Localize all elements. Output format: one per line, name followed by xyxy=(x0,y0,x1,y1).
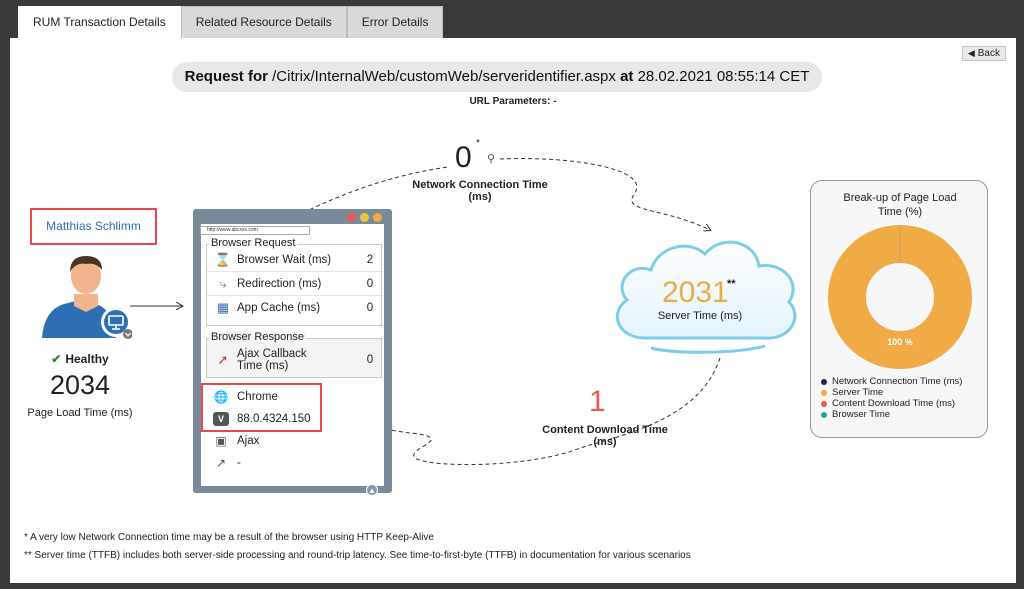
page-load-time-label: Page Load Time (ms) xyxy=(27,407,133,419)
page-load-breakup-panel: Break-up of Page Load Time (%) 100 % Net… xyxy=(810,180,988,438)
ajax-callback-label: Ajax Callback Time (ms) xyxy=(237,348,307,372)
breakup-title: Break-up of Page Load Time (%) xyxy=(843,192,957,218)
tab-bar: RUM Transaction Details Related Resource… xyxy=(18,6,444,38)
cache-building-icon: ▦ xyxy=(216,300,230,315)
legend-item[interactable]: Browser Time xyxy=(821,409,962,420)
ajax-callback-value: 0 xyxy=(366,354,374,366)
tab-related-resource-details[interactable]: Related Resource Details xyxy=(180,6,347,38)
donut-center-label: 100 % xyxy=(887,337,913,347)
user-name[interactable]: Matthias Schlimm xyxy=(46,219,141,233)
network-connection-star: * xyxy=(476,138,480,149)
browser-response-title: Browser Response xyxy=(209,331,306,343)
page-type-row: ▣ Ajax xyxy=(213,434,259,448)
legend-item[interactable]: Network Connection Time (ms) xyxy=(821,376,962,387)
app-cache-value: 0 xyxy=(366,302,374,314)
ajax-callback-icon: ➚ xyxy=(217,352,229,367)
redirect-arrow-icon: ⤷ xyxy=(219,275,227,291)
legend-swatch xyxy=(821,389,827,396)
content-download-label: Content Download Time (ms) xyxy=(542,424,668,448)
collapse-up-icon[interactable]: ▲ xyxy=(366,484,378,496)
tab-error-details[interactable]: Error Details xyxy=(346,6,444,38)
page-type: Ajax xyxy=(237,435,260,447)
content-download-value: 1 xyxy=(589,385,606,418)
tab-rum-transaction-details[interactable]: RUM Transaction Details xyxy=(18,6,181,38)
redirection-row: ⤷ Redirection (ms) 0 xyxy=(207,272,381,296)
window-dot-red-icon xyxy=(347,213,356,222)
ajax-callback-row: ➚ Ajax Callback Time (ms) 0 xyxy=(207,345,381,375)
legend-label: Content Download Time (ms) xyxy=(832,398,956,409)
user-avatar-icon xyxy=(42,256,132,339)
server-time-value: 2031 xyxy=(662,276,729,309)
legend-item[interactable]: Server Time xyxy=(821,387,962,398)
browser-response-group: Browser Response ➚ Ajax Callback Time (m… xyxy=(206,331,382,378)
breakup-legend: Network Connection Time (ms) Server Time… xyxy=(821,376,962,420)
check-icon: ✔ xyxy=(51,352,62,366)
network-connection-label: Network Connection Time (ms) xyxy=(412,179,548,203)
legend-swatch xyxy=(821,378,827,385)
network-connection-value: 0 xyxy=(455,141,472,174)
redirection-label: Redirection (ms) xyxy=(237,277,322,290)
share-icon: ↗ xyxy=(215,456,227,470)
legend-swatch xyxy=(821,411,827,418)
extra-value: - xyxy=(237,457,241,469)
footnote-ttfb: ** Server time (TTFB) includes both serv… xyxy=(24,550,691,561)
window-dot-orange-icon xyxy=(373,213,382,222)
browser-info-highlight xyxy=(201,383,322,432)
details-panel: ◀ Back Request for /Citrix/InternalWeb/cu… xyxy=(10,38,1016,583)
search-icon[interactable]: ⚲ xyxy=(487,152,495,165)
legend-swatch xyxy=(821,400,827,407)
browser-wait-label: Browser Wait (ms) xyxy=(237,253,332,266)
legend-item[interactable]: Content Download Time (ms) xyxy=(821,398,962,409)
server-time-label: Server Time (ms) xyxy=(657,310,743,322)
browser-request-group: Browser Request ⌛ Browser Wait (ms) 2 ⤷ … xyxy=(206,237,382,326)
hourglass-icon: ⌛ xyxy=(214,251,232,267)
browser-request-title: Browser Request xyxy=(209,237,298,249)
app-cache-row: ▦ App Cache (ms) 0 xyxy=(207,296,381,320)
health-status-label: Healthy xyxy=(65,352,109,366)
window-dot-yellow-icon xyxy=(360,213,369,222)
redirection-value: 0 xyxy=(366,277,374,290)
browser-wait-value: 2 xyxy=(366,253,374,266)
app-cache-label: App Cache (ms) xyxy=(237,302,321,314)
window-icon: ▣ xyxy=(215,434,227,448)
page-load-time-value: 2034 xyxy=(49,370,111,400)
legend-label: Server Time xyxy=(832,387,884,398)
server-time-star: ** xyxy=(727,278,736,290)
extra-row: ↗ - xyxy=(213,456,241,470)
breakup-donut-chart: 100 % xyxy=(828,225,972,369)
health-status: ✔ Healthy xyxy=(30,352,130,366)
legend-label: Browser Time xyxy=(832,409,891,420)
browser-wait-row: ⌛ Browser Wait (ms) 2 xyxy=(207,248,381,272)
footnote-keepalive: * A very low Network Connection time may… xyxy=(24,532,434,543)
legend-label: Network Connection Time (ms) xyxy=(832,376,963,387)
user-name-box: Matthias Schlimm xyxy=(30,208,157,245)
browser-url-field: http://www.abcxxx.com xyxy=(200,226,310,235)
